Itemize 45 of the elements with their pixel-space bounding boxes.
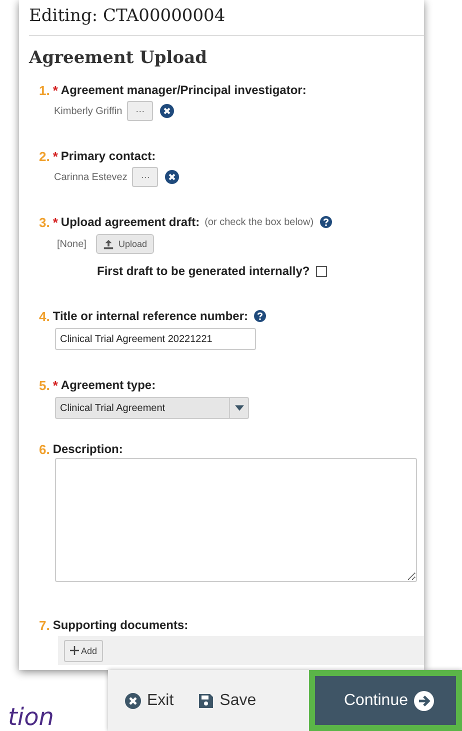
required-asterisk: * <box>52 148 58 164</box>
field-label: Description: <box>52 442 123 456</box>
browse-button[interactable]: ··· <box>127 101 154 121</box>
save-button[interactable]: Save <box>186 670 268 731</box>
caret-icon <box>234 405 244 411</box>
field-number: 4. <box>39 308 50 324</box>
field-number: 5. <box>39 378 50 392</box>
person-name: Kimberly Griffin <box>54 106 122 116</box>
add-button[interactable]: Add <box>64 640 104 662</box>
file-name: [None] <box>57 238 86 250</box>
clear-icon[interactable] <box>165 170 180 184</box>
clear-icon[interactable] <box>160 104 174 118</box>
checkbox-label: First draft to be generated internally? <box>97 264 310 278</box>
field-number: 6. <box>39 442 50 456</box>
field-label: Agreement type: <box>60 378 156 392</box>
continue-button[interactable]: Continue <box>308 670 462 731</box>
browse-button[interactable]: ··· <box>132 167 158 187</box>
field-label: Primary contact: <box>60 149 156 163</box>
field-label: Agreement manager/Principal investigator: <box>60 83 306 97</box>
help-icon[interactable] <box>254 310 266 322</box>
field-hint: (or check the box below) <box>204 216 314 228</box>
required-asterisk: * <box>52 82 58 98</box>
required-asterisk: * <box>52 378 58 392</box>
checkbox[interactable] <box>316 266 327 276</box>
field-number: 7. <box>39 618 50 632</box>
select-dropdown[interactable]: Clinical Trial Agreement <box>55 397 249 419</box>
text-input[interactable]: Clinical Trial Agreement 20221221 <box>55 328 256 350</box>
help-icon[interactable] <box>320 216 332 228</box>
person-name: Carinna Estevez <box>54 172 128 182</box>
required-asterisk: * <box>52 214 58 230</box>
dialog-title: Editing: CTA00000004 <box>29 6 226 28</box>
arrow-right-icon <box>414 690 434 710</box>
upload-icon <box>103 238 114 250</box>
upload-button[interactable]: Upload <box>96 234 154 254</box>
field-number: 2. <box>39 148 50 164</box>
exit-button[interactable]: Exit <box>108 670 186 731</box>
field-number: 3. <box>39 214 50 230</box>
section-title: Agreement Upload <box>29 48 208 68</box>
field-label: Supporting documents: <box>52 618 188 632</box>
field-number: 1. <box>39 82 50 98</box>
close-icon <box>125 692 141 708</box>
plus-icon <box>70 646 79 655</box>
field-label: Upload agreement draft: <box>60 215 200 229</box>
field-label: Title or internal reference number: <box>52 309 248 323</box>
background-text: tion <box>7 703 54 731</box>
